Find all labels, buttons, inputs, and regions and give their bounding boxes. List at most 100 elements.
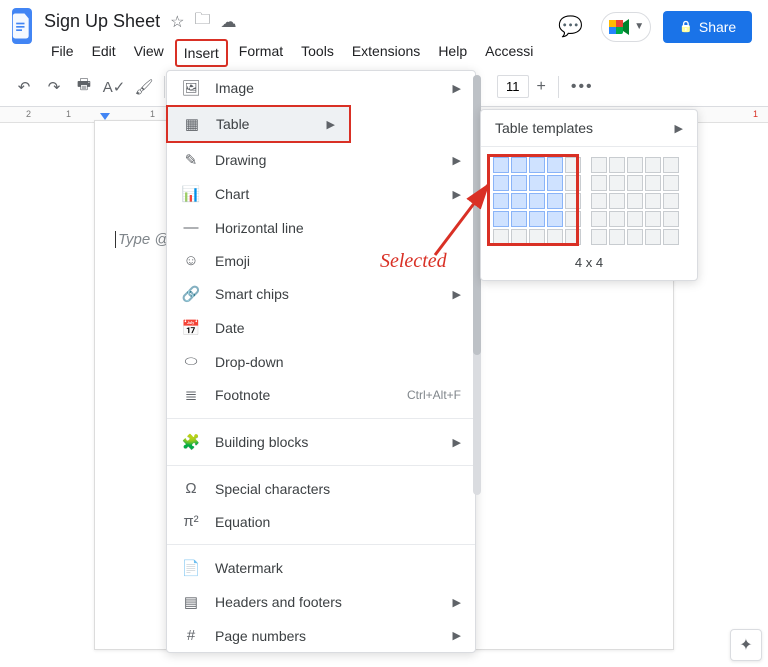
star-icon[interactable]: ☆	[170, 12, 184, 32]
paint-format-button[interactable]: 🖌	[130, 73, 158, 101]
menubar-insert[interactable]: Insert	[175, 39, 228, 67]
grid-cell[interactable]	[511, 229, 527, 245]
grid-cell[interactable]	[663, 193, 679, 209]
table-size-grid[interactable]	[493, 157, 581, 245]
grid-cell[interactable]	[645, 157, 661, 173]
toolbar-more[interactable]: •••	[565, 78, 600, 96]
cloud-status-icon[interactable]: ☁	[220, 12, 236, 32]
menu-drawing[interactable]: ✎Drawing▶	[167, 143, 475, 177]
grid-cell[interactable]	[591, 211, 607, 227]
grid-cell[interactable]	[529, 193, 545, 209]
menu-chart[interactable]: 📊Chart▶	[167, 177, 475, 211]
grid-cell[interactable]	[511, 193, 527, 209]
menu-horizontal-line[interactable]: —Horizontal line	[167, 211, 475, 244]
indent-marker[interactable]	[100, 113, 110, 120]
font-size-increase[interactable]: +	[531, 78, 552, 96]
grid-cell[interactable]	[591, 175, 607, 191]
menubar-tools[interactable]: Tools	[294, 39, 341, 67]
menubar-help[interactable]: Help	[431, 39, 474, 67]
grid-cell[interactable]	[547, 193, 563, 209]
grid-cell[interactable]	[565, 211, 581, 227]
grid-cell[interactable]	[645, 211, 661, 227]
menu-shortcut: Ctrl+Alt+F	[407, 388, 461, 402]
grid-cell[interactable]	[663, 175, 679, 191]
menu-image[interactable]: 🖼Image▶	[167, 71, 475, 105]
grid-cell[interactable]	[565, 175, 581, 191]
move-icon[interactable]: 🗀	[194, 8, 210, 35]
explore-button[interactable]: ✦	[730, 629, 762, 661]
menu-drop-down[interactable]: ⬭Drop-down	[167, 345, 475, 378]
menu-building-blocks[interactable]: 🧩Building blocks▶	[167, 425, 475, 459]
chevron-right-icon: ▶	[453, 82, 461, 95]
grid-cell[interactable]	[609, 157, 625, 173]
grid-cell[interactable]	[663, 229, 679, 245]
grid-cell[interactable]	[627, 175, 643, 191]
grid-cell[interactable]	[565, 193, 581, 209]
menu-special-characters[interactable]: ΩSpecial characters	[167, 472, 475, 505]
font-size-input[interactable]: 11	[497, 75, 529, 98]
grid-cell[interactable]	[609, 175, 625, 191]
grid-cell[interactable]	[609, 229, 625, 245]
grid-cell[interactable]	[547, 157, 563, 173]
grid-cell[interactable]	[511, 157, 527, 173]
grid-cell[interactable]	[609, 193, 625, 209]
menu-footnote[interactable]: ≣FootnoteCtrl+Alt+F	[167, 378, 475, 412]
grid-cell[interactable]	[565, 157, 581, 173]
grid-cell[interactable]	[591, 229, 607, 245]
undo-button[interactable]: ↶	[10, 73, 38, 101]
ruler-tick: 1	[150, 109, 155, 119]
menu-date[interactable]: 📅Date	[167, 311, 475, 345]
comments-icon[interactable]: 💬	[552, 8, 589, 45]
table-size-grid-spill[interactable]	[591, 157, 679, 245]
menubar-accessi[interactable]: Accessi	[478, 39, 540, 67]
menubar-edit[interactable]: Edit	[85, 39, 123, 67]
grid-cell[interactable]	[511, 211, 527, 227]
grid-cell[interactable]	[547, 175, 563, 191]
grid-cell[interactable]	[529, 157, 545, 173]
menubar-file[interactable]: File	[44, 39, 81, 67]
grid-cell[interactable]	[511, 175, 527, 191]
menubar-format[interactable]: Format	[232, 39, 290, 67]
share-button[interactable]: Share	[663, 11, 752, 43]
chevron-right-icon: ▶	[453, 596, 461, 609]
doc-title[interactable]: Sign Up Sheet	[44, 11, 160, 32]
table-templates-item[interactable]: Table templates ▶	[481, 110, 697, 146]
headers-and-footers-icon: ▤	[181, 593, 201, 611]
special-characters-icon: Ω	[181, 480, 201, 497]
menu-item-label: Smart chips	[215, 286, 439, 302]
menu-smart-chips[interactable]: 🔗Smart chips▶	[167, 277, 475, 311]
grid-cell[interactable]	[663, 211, 679, 227]
menubar-extensions[interactable]: Extensions	[345, 39, 427, 67]
grid-cell[interactable]	[547, 229, 563, 245]
grid-cell[interactable]	[627, 211, 643, 227]
redo-button[interactable]: ↷	[40, 73, 68, 101]
meet-button[interactable]: ▼	[601, 12, 651, 42]
grid-cell[interactable]	[627, 157, 643, 173]
print-button[interactable]: 🖶	[70, 73, 98, 101]
chevron-right-icon: ▶	[453, 154, 461, 167]
grid-cell[interactable]	[627, 229, 643, 245]
chevron-right-icon: ▶	[453, 629, 461, 642]
grid-cell[interactable]	[529, 229, 545, 245]
grid-cell[interactable]	[547, 211, 563, 227]
spellcheck-button[interactable]: A✓	[100, 73, 128, 101]
grid-cell[interactable]	[609, 211, 625, 227]
grid-cell[interactable]	[591, 193, 607, 209]
grid-cell[interactable]	[645, 193, 661, 209]
grid-cell[interactable]	[645, 175, 661, 191]
menu-watermark[interactable]: 📄Watermark	[167, 551, 475, 585]
grid-cell[interactable]	[529, 175, 545, 191]
grid-cell[interactable]	[591, 157, 607, 173]
grid-cell[interactable]	[627, 193, 643, 209]
menu-equation[interactable]: π²Equation	[167, 505, 475, 538]
grid-cell[interactable]	[565, 229, 581, 245]
menu-table[interactable]: ▦Table▶	[166, 105, 351, 143]
grid-cell[interactable]	[529, 211, 545, 227]
menu-headers-and-footers[interactable]: ▤Headers and footers▶	[167, 585, 475, 619]
grid-cell[interactable]	[645, 229, 661, 245]
menu-item-label: Date	[215, 320, 461, 336]
grid-cell[interactable]	[663, 157, 679, 173]
menu-page-numbers[interactable]: #Page numbers▶	[167, 619, 475, 652]
docs-logo[interactable]	[12, 8, 32, 44]
menubar-view[interactable]: View	[127, 39, 171, 67]
